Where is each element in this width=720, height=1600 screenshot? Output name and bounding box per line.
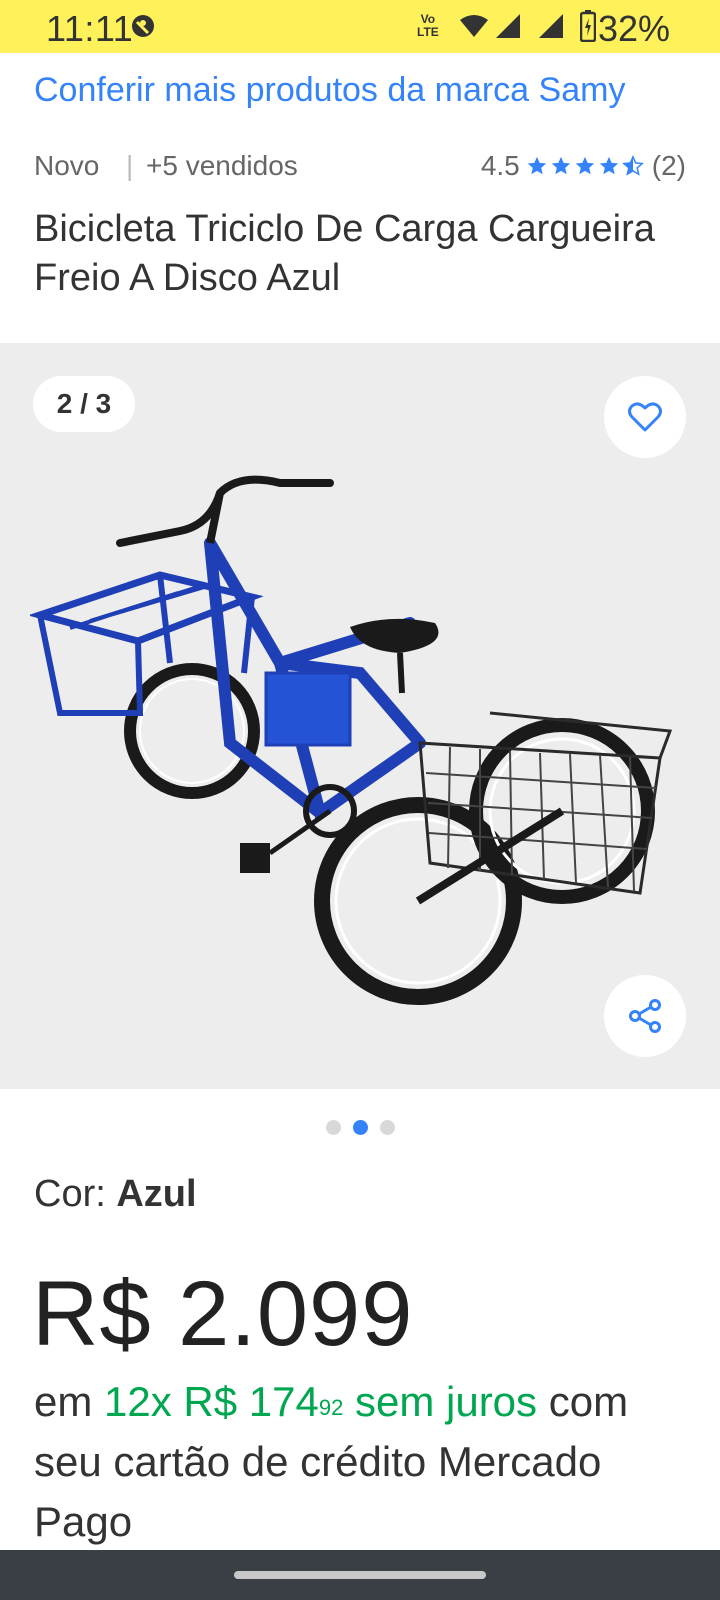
star-icon	[575, 156, 594, 175]
gallery-pagination	[0, 1120, 720, 1136]
installments-interest: sem juros	[343, 1378, 538, 1425]
product-title: Bicicleta Triciclo De Carga Cargueira Fr…	[34, 208, 655, 299]
favorite-button[interactable]	[604, 376, 686, 458]
share-icon	[629, 999, 661, 1033]
rating-stars	[526, 155, 646, 177]
status-time: 11:11	[46, 8, 134, 49]
color-label: Cor:	[34, 1173, 117, 1215]
sold-count: +5 vendidos	[146, 150, 298, 181]
brand-products-link[interactable]: Conferir mais produtos da marca Samy	[34, 71, 625, 110]
product-price: R$ 2.099	[32, 1263, 414, 1365]
pagination-dot-active[interactable]	[352, 1120, 368, 1135]
star-icon	[527, 156, 546, 175]
rating-value: 4.5	[480, 150, 520, 181]
heart-icon	[628, 402, 662, 432]
installments-count: 12x R$ 174	[104, 1378, 319, 1425]
color-selector[interactable]: Cor: Azul	[34, 1173, 197, 1216]
product-image[interactable]	[27, 413, 690, 1018]
do-not-disturb-icon	[130, 13, 156, 44]
battery-charging-icon	[579, 10, 597, 47]
condition-label: Novo	[34, 150, 100, 181]
product-meta-row: Novo | +5 vendidos 4.5 (2)	[34, 150, 686, 190]
volte-icon: Vo LTE	[417, 12, 439, 39]
signal-icon	[495, 13, 521, 44]
installments-prefix: em	[34, 1378, 105, 1425]
wifi-icon	[459, 14, 489, 43]
rating-summary[interactable]: 4.5 (2)	[481, 150, 686, 182]
meta-separator: |	[126, 150, 134, 181]
pagination-dot[interactable]	[325, 1120, 341, 1135]
color-value: Azul	[116, 1173, 197, 1215]
status-bar: 11:11 Vo LTE 32%	[0, 0, 720, 53]
installments-cents: 92	[318, 1395, 344, 1420]
star-icon	[551, 156, 570, 175]
product-gallery[interactable]: 2 / 3	[0, 343, 720, 1089]
share-button[interactable]	[604, 975, 686, 1057]
pagination-dot[interactable]	[379, 1120, 395, 1135]
signal-icon-2	[538, 13, 564, 44]
battery-percent: 32%	[598, 8, 671, 49]
home-gesture-handle[interactable]	[234, 1571, 486, 1579]
navigation-bar	[0, 1550, 720, 1600]
star-icon	[599, 156, 618, 175]
installments-info: em 12x R$ 17492 sem juros com seu cartão…	[34, 1372, 694, 1552]
half-star-icon	[621, 155, 644, 176]
rating-count: (2)	[651, 150, 686, 181]
image-counter: 2 / 3	[33, 376, 135, 432]
